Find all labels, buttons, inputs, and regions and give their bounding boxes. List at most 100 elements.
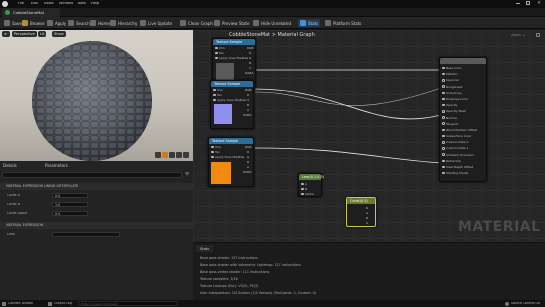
lerp-node[interactable]: Lerp(0,1,0.5) A B Alpha (298, 173, 324, 197)
tab-details[interactable]: Details (3, 162, 17, 170)
pin-rgb[interactable]: RGB (245, 145, 251, 149)
tab-parameters[interactable]: Parameters (45, 162, 68, 170)
texture-sample-node-2[interactable]: Texture Sample UVs Tex Apply View MipBia… (210, 80, 254, 129)
pin-r[interactable]: R (249, 51, 251, 55)
section-expression-header[interactable]: MATERIAL EXPRESSION (0, 222, 193, 229)
menu-window[interactable]: Window (59, 2, 73, 6)
pin-g[interactable]: G (249, 56, 251, 60)
maximize-icon[interactable] (526, 1, 530, 5)
apply-icon (47, 20, 53, 26)
asset-tab[interactable]: CobbleStoneMat (2, 8, 60, 17)
pin-dot-icon (442, 91, 445, 94)
pin-dot-icon (442, 141, 445, 144)
pin-b[interactable]: B (247, 103, 249, 107)
live-update-icon (140, 20, 146, 26)
pin-const-r[interactable]: R (366, 206, 368, 210)
details-search-field[interactable] (2, 172, 182, 178)
show-button[interactable]: Show (52, 31, 66, 37)
live-update-button[interactable]: Live Update (138, 19, 174, 27)
prop-const-alpha-field[interactable]: 0.5 (52, 211, 88, 216)
pin-tex[interactable]: Tex (215, 51, 224, 55)
output-log-button[interactable]: Output Log (48, 301, 72, 306)
content-drawer-button[interactable]: Content Drawer (2, 301, 33, 306)
viewport-menu-button[interactable]: ≡ (2, 31, 10, 37)
pin-uvs[interactable]: UVs (213, 88, 223, 92)
menu-help[interactable]: Help (91, 2, 99, 6)
pin-rgba[interactable]: RGBA (243, 113, 252, 117)
pin-r[interactable]: R (247, 93, 249, 97)
graph-watermark: MATERIAL (458, 220, 541, 234)
stats-tab[interactable]: Stats (196, 245, 214, 252)
pin-shading-model[interactable]: Shading Model (442, 171, 486, 177)
pin-a[interactable]: A (249, 66, 251, 70)
content-drawer-icon (2, 301, 6, 306)
pin-g[interactable]: G (247, 155, 249, 159)
menu-file[interactable]: File (18, 2, 24, 6)
status-bar: Content Drawer Output Log Enter Console … (0, 300, 545, 307)
pin-uvs[interactable]: UVs (215, 46, 225, 50)
pin-mipbias[interactable]: Apply View MipBias (213, 98, 246, 102)
pin-a[interactable]: A (247, 108, 249, 112)
material-graph-canvas[interactable]: CobbleStoneMat > Material Graph Zoom -2 … (193, 30, 545, 242)
pin-mipbias[interactable]: Apply View MipBias (215, 56, 248, 60)
menu-asset[interactable]: Asset (44, 2, 54, 6)
pin-rgb[interactable]: RGB (247, 46, 253, 50)
home-icon (90, 20, 96, 26)
prop-const-a-field[interactable]: 0.0 (52, 193, 88, 198)
source-control-button[interactable]: Source Control Off (505, 301, 540, 306)
hide-unrelated-button[interactable]: Hide Unrelated (251, 19, 293, 27)
pin-tex[interactable]: Tex (213, 93, 222, 97)
pin-lerp-a[interactable]: A (301, 182, 307, 186)
pin-rgba[interactable]: RGBA (245, 71, 254, 75)
prop-const-b-label: Const B (7, 203, 21, 206)
clean-graph-icon (180, 20, 186, 26)
section-lerp-header[interactable]: MATERIAL EXPRESSION LINEAR INTERPOLATE (0, 183, 193, 190)
texture-sample-node-3[interactable]: Texture Sample UVs Tex Apply View MipBia… (208, 137, 254, 187)
console-command-input[interactable]: Enter Console Command (78, 301, 178, 306)
close-icon[interactable]: × (537, 1, 541, 6)
preview-viewport[interactable]: ≡ Perspective Lit Show (0, 30, 193, 161)
pin-const-a[interactable]: A (366, 221, 368, 225)
pin-rgb[interactable]: RGB (245, 88, 251, 92)
pin-lerp-b[interactable]: B (301, 187, 307, 191)
pin-g[interactable]: G (247, 98, 249, 102)
prop-desc-field[interactable] (52, 232, 120, 237)
preview-state-button[interactable]: Preview State (212, 19, 251, 27)
pin-r[interactable]: R (247, 150, 249, 154)
preview-cube-icon[interactable] (176, 152, 182, 158)
pin-const-b[interactable]: B (366, 216, 368, 220)
preview-plane-icon[interactable] (169, 152, 175, 158)
pin-a[interactable]: A (247, 165, 249, 169)
pin-lerp-alpha[interactable]: Alpha (301, 192, 314, 196)
minimize-icon[interactable] (516, 3, 520, 4)
platform-stats-icon (325, 20, 331, 26)
main-toolbar: Save Browse Apply Search Home Hierarchy … (0, 17, 545, 29)
preview-sphere-icon[interactable] (162, 152, 168, 158)
constant-node[interactable]: Const(0.5) R G B A (346, 197, 376, 227)
material-result-node[interactable]: Base Color Metallic Specular Roughness A… (439, 57, 487, 182)
details-settings-icon[interactable]: ⚙ (185, 172, 189, 177)
material-result-header (440, 58, 486, 64)
hierarchy-button[interactable]: Hierarchy (108, 19, 139, 27)
pin-dot-icon (442, 97, 445, 101)
pin-const-g[interactable]: G (366, 211, 368, 215)
clean-graph-button[interactable]: Clean Graph (178, 19, 215, 27)
apply-button[interactable]: Apply (45, 19, 68, 27)
pin-b[interactable]: B (247, 160, 249, 164)
pin-tex[interactable]: Tex (211, 150, 220, 154)
pin-mipbias[interactable]: Apply View MipBias (211, 155, 244, 159)
pin-rgba[interactable]: RGBA (243, 170, 252, 174)
perspective-button[interactable]: Perspective (12, 31, 37, 37)
preview-cylinder-icon[interactable] (155, 152, 161, 158)
preview-teapot-icon[interactable] (183, 152, 189, 158)
platform-stats-button[interactable]: Platform Stats (323, 19, 363, 27)
menu-tools[interactable]: Tools (77, 2, 86, 6)
menu-edit[interactable]: Edit (31, 2, 38, 6)
browse-button[interactable]: Browse (20, 19, 47, 27)
pin-uvs[interactable]: UVs (211, 145, 221, 149)
lit-button[interactable]: Lit (38, 31, 47, 37)
prop-const-b-field[interactable]: 1.0 (52, 202, 88, 207)
stats-button[interactable]: Stats (298, 19, 321, 27)
pin-b[interactable]: B (249, 61, 251, 65)
pin-dot-icon (211, 150, 214, 154)
